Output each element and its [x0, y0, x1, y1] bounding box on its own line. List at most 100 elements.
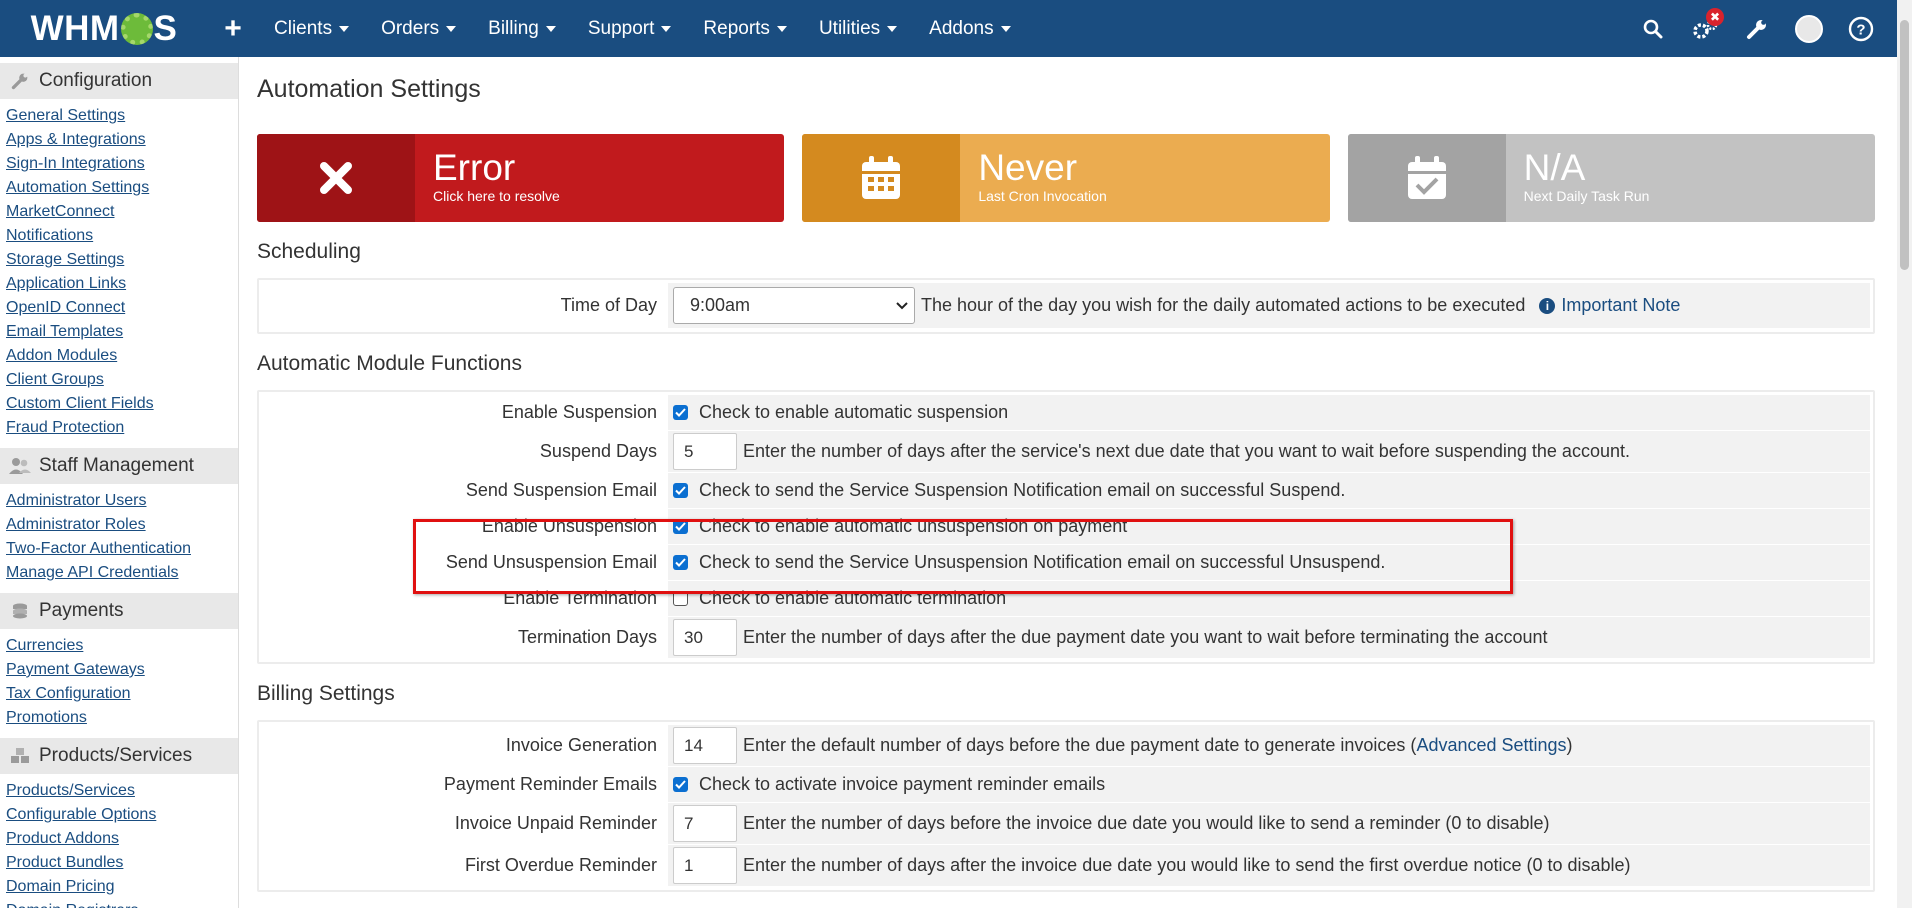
nav-orders[interactable]: Orders [365, 0, 472, 57]
scheduling-panel: Time of Day 9:00am The hour of the day y… [257, 278, 1875, 334]
page-scrollbar[interactable] [1897, 0, 1912, 908]
search-icon[interactable] [1627, 0, 1679, 57]
billing-settings-panel: Invoice Generation 14 Enter the default n… [257, 720, 1875, 892]
automation-status-icon[interactable]: ✖ [1679, 0, 1731, 57]
enable-unsuspension-label: Enable Unsuspension [262, 509, 668, 544]
top-navbar: WHM S + Clients Orders Billing Support Re… [0, 0, 1897, 57]
section-title-scheduling: Scheduling [257, 240, 361, 263]
sidebar-link-configurable-options[interactable]: Configurable Options [6, 803, 238, 827]
cubes-icon [9, 747, 31, 765]
sidebar-list-products: Products/Services Configurable Options P… [0, 774, 238, 908]
settings-row-unpaid-reminder: Invoice Unpaid Reminder 7 Enter the numbe… [262, 803, 1870, 845]
sidebar-link-apps-integrations[interactable]: Apps & Integrations [6, 128, 238, 152]
advanced-settings-link[interactable]: Advanced Settings [1416, 735, 1566, 756]
nav-support[interactable]: Support [572, 0, 688, 57]
sidebar-list-payments: Currencies Payment Gateways Tax Configur… [0, 629, 238, 732]
sidebar-heading-payments: Payments [0, 593, 238, 629]
unpaid-reminder-desc: Enter the number of days before the invo… [743, 813, 1550, 833]
next-task-label: Next Daily Task Run [1523, 188, 1650, 204]
calendar-icon [802, 134, 961, 222]
send-suspension-email-label: Send Suspension Email [262, 473, 668, 508]
settings-row-enable-unsuspension: Enable Unsuspension Check to enable auto… [262, 509, 1870, 545]
time-of-day-select[interactable]: 9:00am [673, 287, 915, 324]
sidebar-link-tax-configuration[interactable]: Tax Configuration [6, 682, 238, 706]
status-widgets: Error Click here to resolve Never Last C… [257, 134, 1875, 222]
sidebar-link-addon-modules[interactable]: Addon Modules [6, 344, 238, 368]
invoice-generation-input[interactable]: 14 [673, 727, 737, 764]
sidebar-link-domain-pricing[interactable]: Domain Pricing [6, 875, 238, 899]
logo-text-left: WHM [30, 8, 120, 48]
chevron-down-icon [776, 25, 787, 32]
nav-billing[interactable]: Billing [472, 0, 572, 57]
sidebar-link-product-bundles[interactable]: Product Bundles [6, 851, 238, 875]
first-overdue-desc: Enter the number of days after the invoi… [743, 855, 1631, 875]
svg-text:?: ? [1856, 21, 1865, 38]
sidebar-link-storage-settings[interactable]: Storage Settings [6, 248, 238, 272]
unpaid-reminder-input[interactable]: 7 [673, 805, 737, 842]
sidebar-link-fraud-protection[interactable]: Fraud Protection [6, 416, 238, 440]
suspend-days-label: Suspend Days [262, 431, 668, 472]
first-overdue-input[interactable]: 1 [673, 847, 737, 884]
nav-addons[interactable]: Addons [913, 0, 1026, 57]
coins-icon [9, 602, 31, 620]
whmcs-logo[interactable]: WHM S [0, 0, 208, 57]
settings-row-time-of-day: Time of Day 9:00am The hour of the day y… [262, 283, 1870, 329]
send-suspension-email-checkbox[interactable] [673, 483, 688, 498]
send-unsuspension-email-checkbox[interactable] [673, 555, 688, 570]
sidebar-link-openid-connect[interactable]: OpenID Connect [6, 296, 238, 320]
sidebar-link-email-templates[interactable]: Email Templates [6, 320, 238, 344]
enable-termination-checkbox[interactable] [673, 591, 688, 606]
sidebar-link-promotions[interactable]: Promotions [6, 706, 238, 730]
termination-days-input[interactable]: 30 [673, 619, 737, 656]
termination-days-label: Termination Days [262, 617, 668, 658]
section-title-module-functions: Automatic Module Functions [257, 352, 522, 375]
enable-suspension-desc: Check to enable automatic suspension [699, 402, 1009, 422]
main-content: Automation Settings Error Click here to … [257, 57, 1875, 892]
sidebar-link-marketconnect[interactable]: MarketConnect [6, 200, 238, 224]
sidebar-link-notifications[interactable]: Notifications [6, 224, 238, 248]
add-new-button[interactable]: + [208, 12, 258, 46]
settings-row-enable-suspension: Enable Suspension Check to enable automa… [262, 395, 1870, 431]
sidebar-heading-staff-management: Staff Management [0, 448, 238, 484]
cron-error-widget[interactable]: Error Click here to resolve [257, 134, 785, 222]
payment-reminder-checkbox[interactable] [673, 777, 688, 792]
sidebar-link-products-services[interactable]: Products/Services [6, 779, 238, 803]
sidebar-link-api-credentials[interactable]: Manage API Credentials [6, 561, 238, 585]
suspend-days-input[interactable]: 5 [673, 433, 737, 470]
sidebar-link-currencies[interactable]: Currencies [6, 634, 238, 658]
help-icon[interactable]: ? [1835, 0, 1887, 57]
settings-row-termination-days: Termination Days 30 Enter the number of d… [262, 617, 1870, 659]
sidebar-heading-products-services: Products/Services [0, 738, 238, 774]
nav-clients[interactable]: Clients [258, 0, 365, 57]
last-cron-label: Last Cron Invocation [978, 188, 1107, 204]
sidebar-link-payment-gateways[interactable]: Payment Gateways [6, 658, 238, 682]
invoice-generation-desc: Enter the default number of days before … [743, 735, 1417, 755]
sidebar-link-administrator-roles[interactable]: Administrator Roles [6, 513, 238, 537]
sidebar-link-client-groups[interactable]: Client Groups [6, 368, 238, 392]
info-icon: i [1539, 297, 1556, 314]
scrollbar-thumb[interactable] [1900, 20, 1909, 270]
sidebar-link-automation-settings[interactable]: Automation Settings [6, 176, 238, 200]
sidebar-link-custom-client-fields[interactable]: Custom Client Fields [6, 392, 238, 416]
enable-suspension-checkbox[interactable] [673, 405, 688, 420]
nav-reports[interactable]: Reports [687, 0, 803, 57]
sidebar-heading-configuration: Configuration [0, 63, 238, 99]
sidebar-link-two-factor[interactable]: Two-Factor Authentication [6, 537, 238, 561]
important-note-link[interactable]: i Important Note [1539, 295, 1680, 316]
sidebar-link-general-settings[interactable]: General Settings [6, 104, 238, 128]
sidebar-link-domain-registrars[interactable]: Domain Registrars [6, 899, 238, 908]
user-avatar[interactable] [1783, 0, 1835, 57]
sidebar-link-product-addons[interactable]: Product Addons [6, 827, 238, 851]
sidebar-list-configuration: General Settings Apps & Integrations Sig… [0, 99, 238, 442]
last-cron-value: Never [978, 147, 1078, 188]
nav-utilities[interactable]: Utilities [803, 0, 913, 57]
sidebar-link-administrator-users[interactable]: Administrator Users [6, 489, 238, 513]
settings-row-payment-reminder: Payment Reminder Emails Check to activat… [262, 767, 1870, 803]
time-of-day-desc: The hour of the day you wish for the dai… [921, 295, 1526, 315]
sidebar-link-application-links[interactable]: Application Links [6, 272, 238, 296]
chevron-down-icon [887, 25, 898, 32]
wrench-icon[interactable] [1731, 0, 1783, 57]
unpaid-reminder-label: Invoice Unpaid Reminder [262, 803, 668, 844]
enable-unsuspension-checkbox[interactable] [673, 519, 688, 534]
sidebar-link-sign-in-integrations[interactable]: Sign-In Integrations [6, 152, 238, 176]
